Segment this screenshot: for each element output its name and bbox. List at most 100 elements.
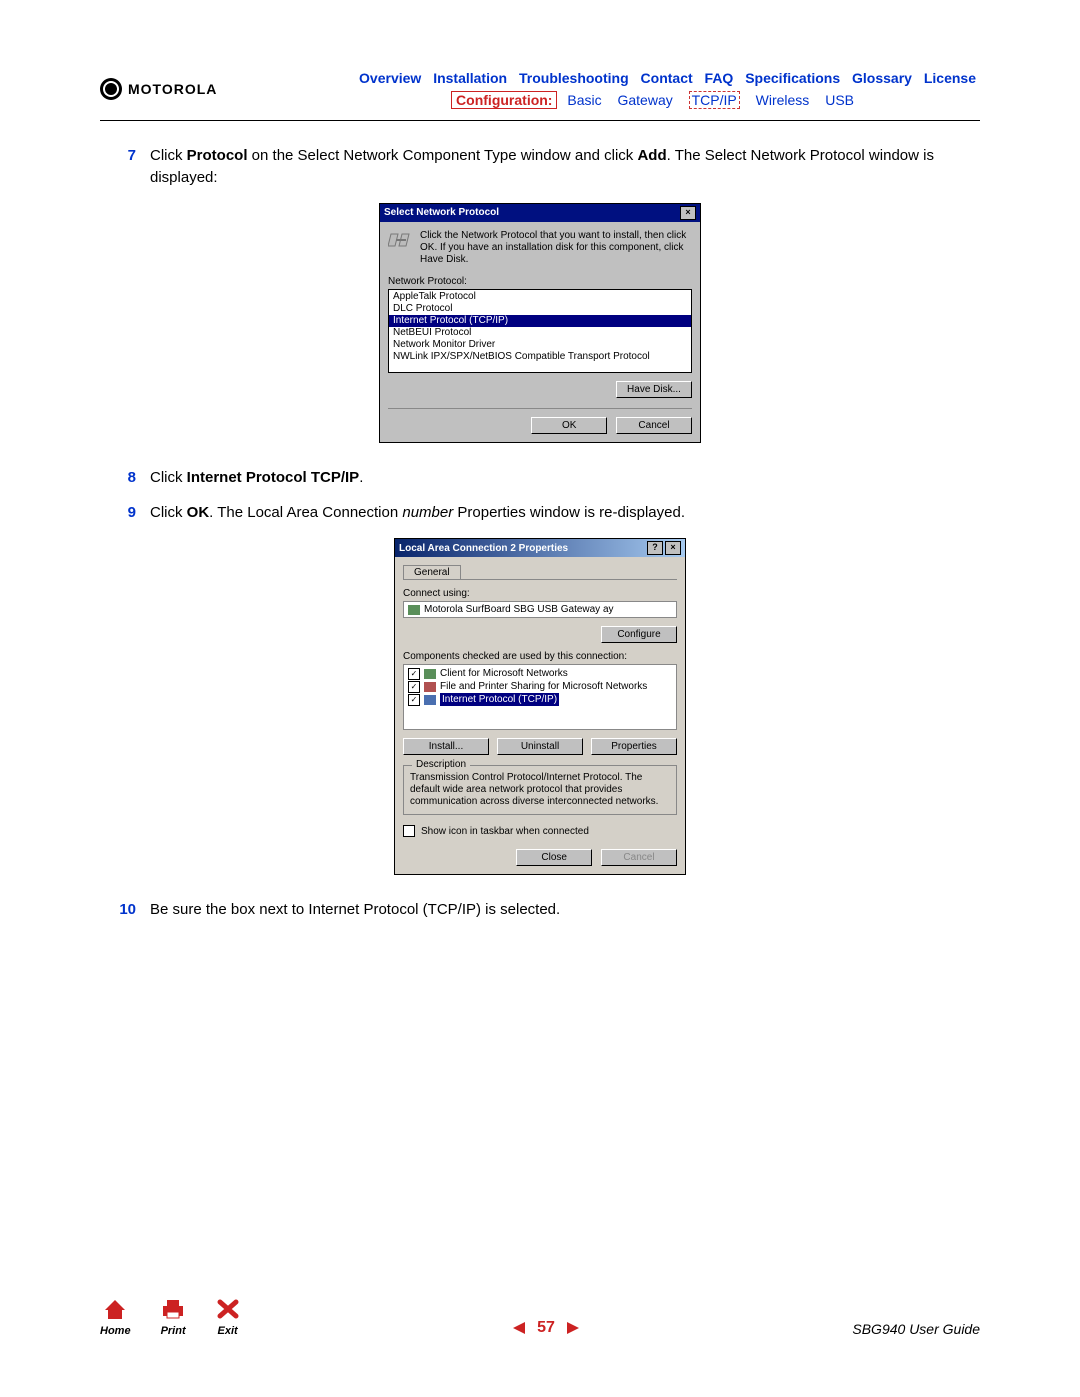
help-icon[interactable]: ?: [647, 541, 663, 555]
step-10: 10 Be sure the box next to Internet Prot…: [100, 899, 980, 921]
exit-label: Exit: [216, 1325, 240, 1337]
step-7-b2: Add: [637, 147, 666, 164]
nav-usb[interactable]: USB: [825, 92, 854, 108]
nav-contact[interactable]: Contact: [641, 70, 693, 86]
comp-fileshare-label: File and Printer Sharing for Microsoft N…: [440, 680, 647, 693]
close-button[interactable]: Close: [516, 849, 592, 866]
show-icon-label: Show icon in taskbar when connected: [421, 826, 589, 837]
uninstall-button[interactable]: Uninstall: [497, 738, 583, 755]
tab-strip: General: [403, 565, 677, 580]
network-protocol-listbox[interactable]: AppleTalk Protocol DLC Protocol Internet…: [388, 289, 692, 373]
comp-tcpip[interactable]: ✓ Internet Protocol (TCP/IP): [406, 693, 674, 706]
nav-faq[interactable]: FAQ: [705, 70, 734, 86]
step-7-mid: on the Select Network Component Type win…: [248, 147, 638, 164]
nav-troubleshooting[interactable]: Troubleshooting: [519, 70, 629, 86]
comp-tcpip-label: Internet Protocol (TCP/IP): [440, 693, 559, 706]
lan-connection-properties-dialog: Local Area Connection 2 Properties ? × G…: [394, 538, 686, 875]
checkbox-icon[interactable]: ✓: [408, 694, 420, 706]
motorola-icon: [100, 78, 122, 100]
nav-primary: Overview Installation Troubleshooting Co…: [217, 70, 980, 86]
step-8-post: .: [359, 469, 363, 486]
properties-button[interactable]: Properties: [591, 738, 677, 755]
dlg1-instruction: Click the Network Protocol that you want…: [420, 230, 692, 266]
brand-logo: MOTOROLA: [100, 78, 217, 100]
step-9-text: Click OK. The Local Area Connection numb…: [150, 502, 980, 524]
cancel-button[interactable]: Cancel: [616, 417, 692, 434]
show-icon-checkbox[interactable]: [403, 825, 415, 837]
nav-gateway[interactable]: Gateway: [617, 92, 672, 108]
print-button[interactable]: Print: [161, 1298, 186, 1337]
cancel-button-disabled: Cancel: [601, 849, 677, 866]
step-9: 9 Click OK. The Local Area Connection nu…: [100, 502, 980, 524]
ok-button[interactable]: OK: [531, 417, 607, 434]
close-icon[interactable]: ×: [665, 541, 681, 555]
proto-nwlink[interactable]: NWLink IPX/SPX/NetBIOS Compatible Transp…: [389, 351, 691, 363]
protocol-icon: [388, 230, 412, 250]
step-7-pre: Click: [150, 147, 187, 164]
nav-secondary: Configuration: Basic Gateway TCP/IP Wire…: [217, 92, 980, 108]
print-icon: [161, 1298, 185, 1320]
page-number: 57: [537, 1319, 555, 1336]
adapter-icon: [408, 605, 420, 615]
configure-button[interactable]: Configure: [601, 626, 677, 643]
step-9-number: 9: [100, 502, 150, 524]
exit-button[interactable]: Exit: [216, 1298, 240, 1337]
prev-page-icon[interactable]: [513, 1322, 525, 1334]
nav-tcpip[interactable]: TCP/IP: [689, 91, 740, 109]
nav-license[interactable]: License: [924, 70, 976, 86]
nav-wireless[interactable]: Wireless: [756, 92, 810, 108]
proto-netbeui[interactable]: NetBEUI Protocol: [389, 327, 691, 339]
step-7: 7 Click Protocol on the Select Network C…: [100, 145, 980, 189]
proto-tcpip[interactable]: Internet Protocol (TCP/IP): [389, 315, 691, 327]
step-8-number: 8: [100, 467, 150, 489]
checkbox-icon[interactable]: ✓: [408, 668, 420, 680]
step-9-pre: Click: [150, 504, 187, 521]
home-label: Home: [100, 1325, 131, 1337]
nav-overview[interactable]: Overview: [359, 70, 421, 86]
step-7-text: Click Protocol on the Select Network Com…: [150, 145, 980, 189]
nav-specifications[interactable]: Specifications: [745, 70, 840, 86]
components-label: Components checked are used by this conn…: [403, 651, 677, 662]
tab-general[interactable]: General: [403, 565, 461, 579]
step-9-mid1: . The Local Area Connection: [209, 504, 402, 521]
step-8: 8 Click Internet Protocol TCP/IP.: [100, 467, 980, 489]
share-icon: [424, 682, 436, 692]
step-7-b1: Protocol: [187, 147, 248, 164]
nav-installation[interactable]: Installation: [433, 70, 507, 86]
home-button[interactable]: Home: [100, 1298, 131, 1337]
step-8-pre: Click: [150, 469, 187, 486]
comp-client-label: Client for Microsoft Networks: [440, 667, 568, 680]
adapter-name: Motorola SurfBoard SBG USB Gateway ay: [424, 604, 614, 615]
checkbox-icon[interactable]: ✓: [408, 681, 420, 693]
step-9-b1: OK: [187, 504, 210, 521]
description-group: Description Transmission Control Protoco…: [403, 765, 677, 815]
home-icon: [103, 1298, 127, 1320]
nav-configuration[interactable]: Configuration:: [451, 91, 557, 109]
step-8-b1: Internet Protocol TCP/IP: [187, 469, 360, 486]
install-button[interactable]: Install...: [403, 738, 489, 755]
components-listbox[interactable]: ✓ Client for Microsoft Networks ✓ File a…: [403, 664, 677, 730]
select-network-protocol-dialog: Select Network Protocol × Click the Netw…: [379, 203, 701, 443]
adapter-field: Motorola SurfBoard SBG USB Gateway ay: [403, 601, 677, 618]
nav-basic[interactable]: Basic: [567, 92, 601, 108]
protocol-icon: [424, 695, 436, 705]
proto-appletalk[interactable]: AppleTalk Protocol: [389, 291, 691, 303]
guide-title: SBG940 User Guide: [852, 1321, 980, 1337]
proto-monitor[interactable]: Network Monitor Driver: [389, 339, 691, 351]
proto-dlc[interactable]: DLC Protocol: [389, 303, 691, 315]
dlg2-title: Local Area Connection 2 Properties: [399, 543, 568, 554]
nav-glossary[interactable]: Glossary: [852, 70, 912, 86]
description-text: Transmission Control Protocol/Internet P…: [410, 772, 670, 808]
description-label: Description: [412, 759, 470, 770]
dlg1-list-label: Network Protocol:: [388, 276, 692, 287]
step-10-number: 10: [100, 899, 150, 921]
comp-fileshare[interactable]: ✓ File and Printer Sharing for Microsoft…: [406, 680, 674, 693]
close-icon[interactable]: ×: [680, 206, 696, 220]
have-disk-button[interactable]: Have Disk...: [616, 381, 692, 398]
step-9-italic: number: [402, 504, 453, 521]
comp-client[interactable]: ✓ Client for Microsoft Networks: [406, 667, 674, 680]
step-8-text: Click Internet Protocol TCP/IP.: [150, 467, 980, 489]
exit-icon: [216, 1298, 240, 1320]
next-page-icon[interactable]: [567, 1322, 579, 1334]
connect-using-label: Connect using:: [403, 588, 677, 599]
